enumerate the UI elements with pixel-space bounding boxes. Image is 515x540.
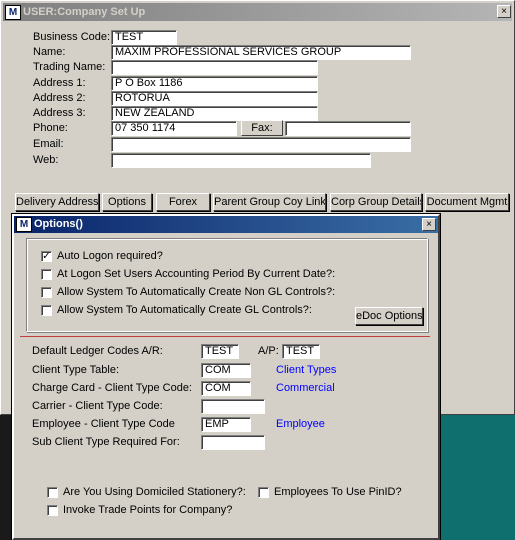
carrier-label: Carrier - Client Type Code: xyxy=(32,400,163,412)
ledger-ap-label: A/P: xyxy=(258,345,279,357)
domiciled-stationery-checkbox[interactable] xyxy=(47,487,58,498)
tab-forex[interactable]: Forex xyxy=(156,193,210,211)
ledger-ar-label: Default Ledger Codes A/R: xyxy=(32,345,163,357)
tab-corp-group-details[interactable]: Corp Group Details xyxy=(330,193,422,211)
charge-card-field[interactable]: COM xyxy=(201,381,251,396)
trade-points-checkbox[interactable] xyxy=(47,505,58,516)
sub-client-label: Sub Client Type Required For: xyxy=(32,436,180,448)
window-close-icon[interactable]: × xyxy=(497,5,511,18)
employee-link[interactable]: Employee xyxy=(276,417,325,431)
commercial-link[interactable]: Commercial xyxy=(276,381,335,395)
dialog-logo-icon: M xyxy=(16,217,32,232)
client-type-label: Client Type Table: xyxy=(32,364,120,376)
sub-client-field[interactable] xyxy=(201,435,265,450)
auto-logon-label: Auto Logon required? xyxy=(57,250,163,262)
phone-field[interactable]: 07 350 1174 xyxy=(111,121,237,136)
tab-document-mgmt[interactable]: Document Mgmt xyxy=(425,193,509,211)
gl-controls-checkbox[interactable] xyxy=(41,305,52,316)
email-label: Email: xyxy=(33,138,64,150)
tab-options[interactable]: Options xyxy=(102,193,152,211)
address3-label: Address 3: xyxy=(33,107,86,119)
client-type-field[interactable]: COM xyxy=(201,363,251,378)
trading-name-field[interactable] xyxy=(111,60,318,75)
name-field[interactable]: MAXIM PROFESSIONAL SERVICES GROUP xyxy=(111,45,411,60)
window-titlebar[interactable]: M USER:Company Set Up xyxy=(3,3,512,21)
fax-field[interactable] xyxy=(285,121,411,136)
gl-controls-label: Allow System To Automatically Create GL … xyxy=(57,304,312,316)
pin-id-label: Employees To Use PinID? xyxy=(274,486,402,498)
client-types-link[interactable]: Client Types xyxy=(276,363,336,377)
section-divider xyxy=(20,336,430,337)
web-label: Web: xyxy=(33,154,59,166)
employee-label: Employee - Client Type Code xyxy=(32,418,175,430)
email-field[interactable] xyxy=(111,137,411,152)
dialog-title: Options() xyxy=(34,218,83,230)
address2-field[interactable]: ROTORUA xyxy=(111,91,318,106)
name-label: Name: xyxy=(33,46,66,58)
fax-label: Fax: xyxy=(241,120,283,136)
app-logo-icon: M xyxy=(5,5,21,20)
domiciled-stationery-label: Are You Using Domiciled Stationery?: xyxy=(63,486,246,498)
desktop-background xyxy=(441,415,515,540)
business-code-label: Business Code: xyxy=(33,31,111,43)
logon-period-checkbox[interactable] xyxy=(41,269,52,280)
address1-label: Address 1: xyxy=(33,77,86,89)
tab-parent-group-coy-links[interactable]: Parent Group Coy Links xyxy=(213,193,326,211)
non-gl-controls-label: Allow System To Automatically Create Non… xyxy=(57,286,336,298)
dialog-close-icon[interactable]: × xyxy=(422,218,436,231)
employee-field[interactable]: EMP xyxy=(201,417,251,432)
edoc-options-button[interactable]: eDoc Options xyxy=(355,307,423,325)
dialog-titlebar[interactable]: M Options() xyxy=(14,216,438,233)
carrier-field[interactable] xyxy=(201,399,265,414)
logon-period-label: At Logon Set Users Accounting Period By … xyxy=(57,268,336,280)
options-dialog: M Options() × ✓ Auto Logon required? At … xyxy=(11,213,441,540)
business-code-field[interactable]: TEST xyxy=(111,30,177,45)
pin-id-checkbox[interactable] xyxy=(258,487,269,498)
trade-points-label: Invoke Trade Points for Company? xyxy=(63,504,233,516)
auto-logon-checkbox[interactable]: ✓ xyxy=(41,251,52,262)
ledger-ar-field[interactable]: TEST xyxy=(201,344,239,359)
address3-field[interactable]: NEW ZEALAND xyxy=(111,106,318,121)
address1-field[interactable]: P O Box 1186 xyxy=(111,76,318,91)
address2-label: Address 2: xyxy=(33,92,86,104)
non-gl-controls-checkbox[interactable] xyxy=(41,287,52,298)
tab-delivery-address[interactable]: Delivery Address xyxy=(15,193,99,211)
phone-label: Phone: xyxy=(33,122,68,134)
ledger-ap-field[interactable]: TEST xyxy=(282,344,320,359)
window-title: USER:Company Set Up xyxy=(23,6,146,18)
charge-card-label: Charge Card - Client Type Code: xyxy=(32,382,192,394)
web-field[interactable] xyxy=(111,153,371,168)
trading-name-label: Trading Name: xyxy=(33,61,106,73)
